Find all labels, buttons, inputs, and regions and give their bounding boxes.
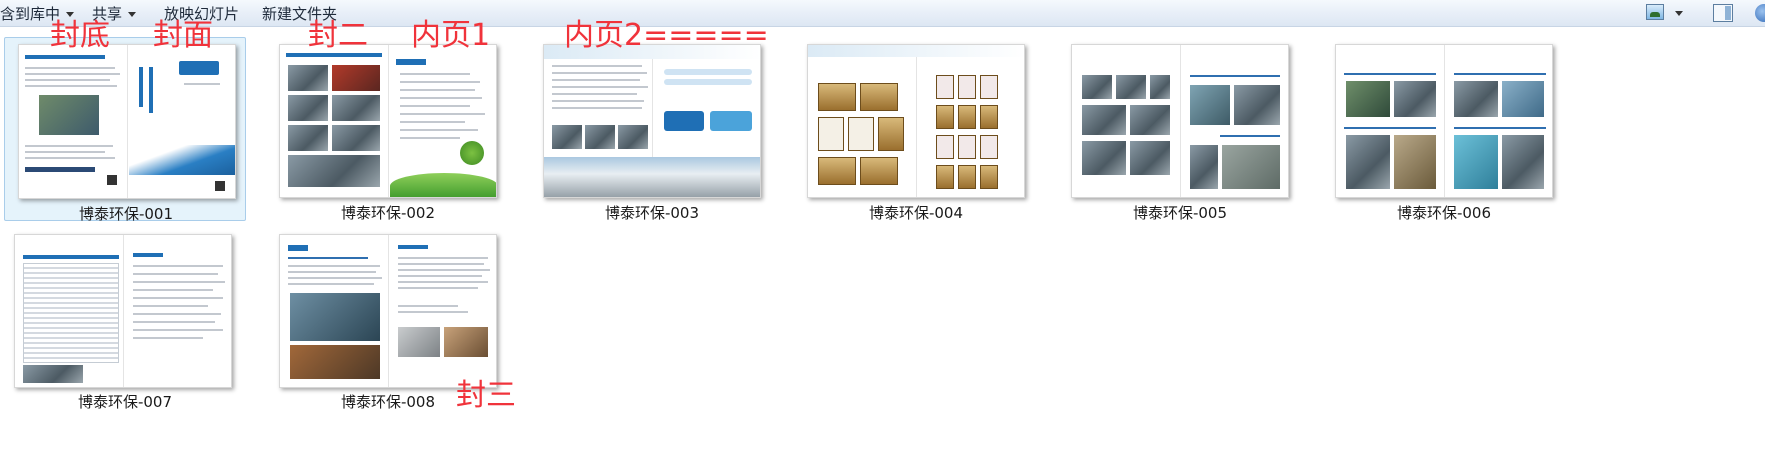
thumbnail-image	[18, 44, 236, 199]
command-bar: 含到库中 共享 放映幻灯片 新建文件夹	[0, 0, 1765, 27]
thumbnail-image	[543, 44, 761, 198]
thumbnail-image	[279, 234, 497, 388]
file-name: 博泰环保-006	[1396, 204, 1492, 222]
chevron-down-icon[interactable]	[1675, 11, 1683, 16]
file-name: 博泰环保-007	[77, 393, 173, 411]
file-item[interactable]: 博泰环保-001	[4, 37, 246, 223]
annotation-back-cover: 封底	[50, 18, 110, 53]
thumbnail-image	[1335, 44, 1553, 198]
annotation-cover-three: 封三	[456, 378, 516, 413]
chevron-down-icon	[66, 12, 75, 17]
annotation-inner-page-2: 内页2=====	[564, 18, 769, 53]
thumbnail-image	[14, 234, 232, 388]
preview-pane-icon[interactable]	[1713, 4, 1733, 22]
thumbnail-image	[807, 44, 1025, 198]
file-item[interactable]: 博泰环保-004	[798, 37, 1040, 222]
file-item[interactable]: 博泰环保-007	[4, 228, 246, 412]
annotation-inner-page-1: 内页1	[411, 18, 491, 53]
view-options-icon[interactable]	[1646, 4, 1664, 20]
file-name: 博泰环保-004	[868, 204, 964, 222]
annotation-front-cover: 封面	[153, 18, 213, 53]
file-item[interactable]: 博泰环保-006	[1326, 37, 1568, 222]
file-item[interactable]: 博泰环保-003	[534, 37, 776, 222]
annotation-cover-two: 封二	[308, 18, 368, 53]
file-name: 博泰环保-001	[78, 205, 174, 223]
thumbnail-image	[279, 44, 497, 198]
thumbnail-image	[1071, 44, 1289, 198]
help-icon[interactable]	[1755, 4, 1765, 22]
file-name: 博泰环保-003	[604, 204, 700, 222]
file-item[interactable]: 博泰环保-005	[1062, 37, 1304, 222]
file-name: 博泰环保-002	[340, 204, 436, 222]
file-item[interactable]: 博泰环保-002	[270, 37, 512, 222]
file-name: 博泰环保-005	[1132, 204, 1228, 222]
chevron-down-icon	[128, 12, 137, 17]
